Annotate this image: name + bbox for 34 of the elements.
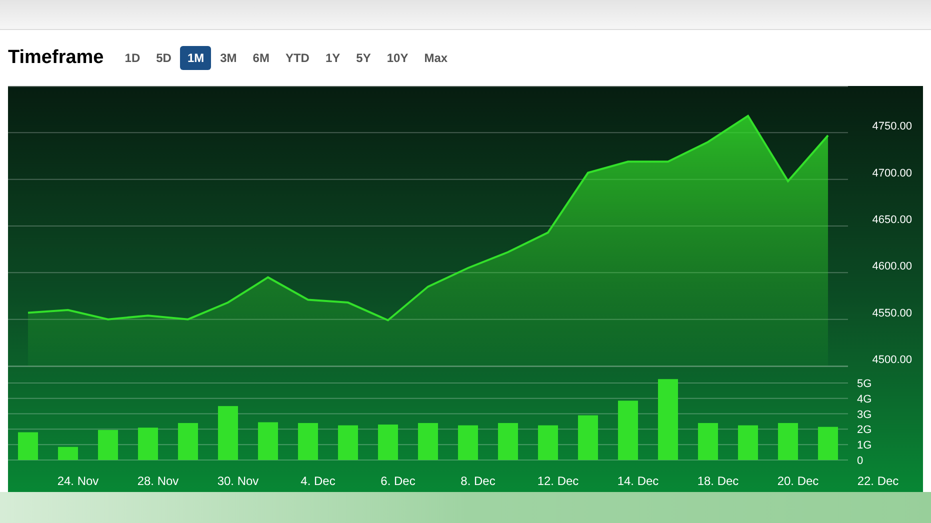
axis-label: 2G bbox=[857, 424, 872, 436]
axis-label: 28. Nov bbox=[137, 474, 179, 488]
timeframe-heading: Timeframe bbox=[8, 46, 104, 70]
axis-label: 1G bbox=[857, 440, 872, 452]
timeframe-tab[interactable]: 1D bbox=[118, 46, 148, 70]
timeframe-tab[interactable]: 1M bbox=[180, 46, 212, 70]
axis-label: 4500.00 bbox=[872, 354, 912, 366]
axis-label: 6. Dec bbox=[380, 474, 416, 488]
axis-label: 14. Dec bbox=[617, 474, 659, 488]
axis-label: 12. Dec bbox=[537, 474, 579, 488]
timeframe-tab[interactable]: 1Y bbox=[318, 46, 348, 70]
axis-label: 22. Dec bbox=[857, 474, 899, 488]
axis-label: 4700.00 bbox=[872, 167, 912, 180]
timeframe-tab[interactable]: 5D bbox=[149, 46, 178, 70]
timeframe-tab[interactable]: 10Y bbox=[380, 46, 416, 70]
timeframe-tab[interactable]: YTD bbox=[278, 46, 316, 70]
axis-label: 4750.00 bbox=[872, 120, 912, 133]
axis-label: 8. Dec bbox=[460, 474, 496, 488]
axis-label: 18. Dec bbox=[697, 474, 739, 488]
timeframe-tab[interactable]: Max bbox=[417, 46, 455, 70]
axis-label: 4650.00 bbox=[872, 214, 912, 226]
axis-label: 4. Dec bbox=[300, 474, 336, 488]
timeframe-tab[interactable]: 5Y bbox=[349, 46, 378, 70]
axis-label: 5G bbox=[857, 378, 872, 390]
axis-label: 4G bbox=[857, 393, 872, 406]
axis-label: 30. Nov bbox=[217, 474, 259, 488]
axis-label: 24. Nov bbox=[57, 474, 99, 488]
axis-label: 3G bbox=[857, 408, 872, 421]
axis-label: 4550.00 bbox=[872, 307, 912, 320]
axis-label: 4600.00 bbox=[872, 260, 912, 273]
axis-label: 0 bbox=[857, 455, 864, 467]
axis-label: 20. Dec bbox=[777, 474, 819, 488]
timeframe-tab[interactable]: 6M bbox=[246, 46, 276, 70]
timeframe-tab[interactable]: 3M bbox=[213, 46, 244, 70]
